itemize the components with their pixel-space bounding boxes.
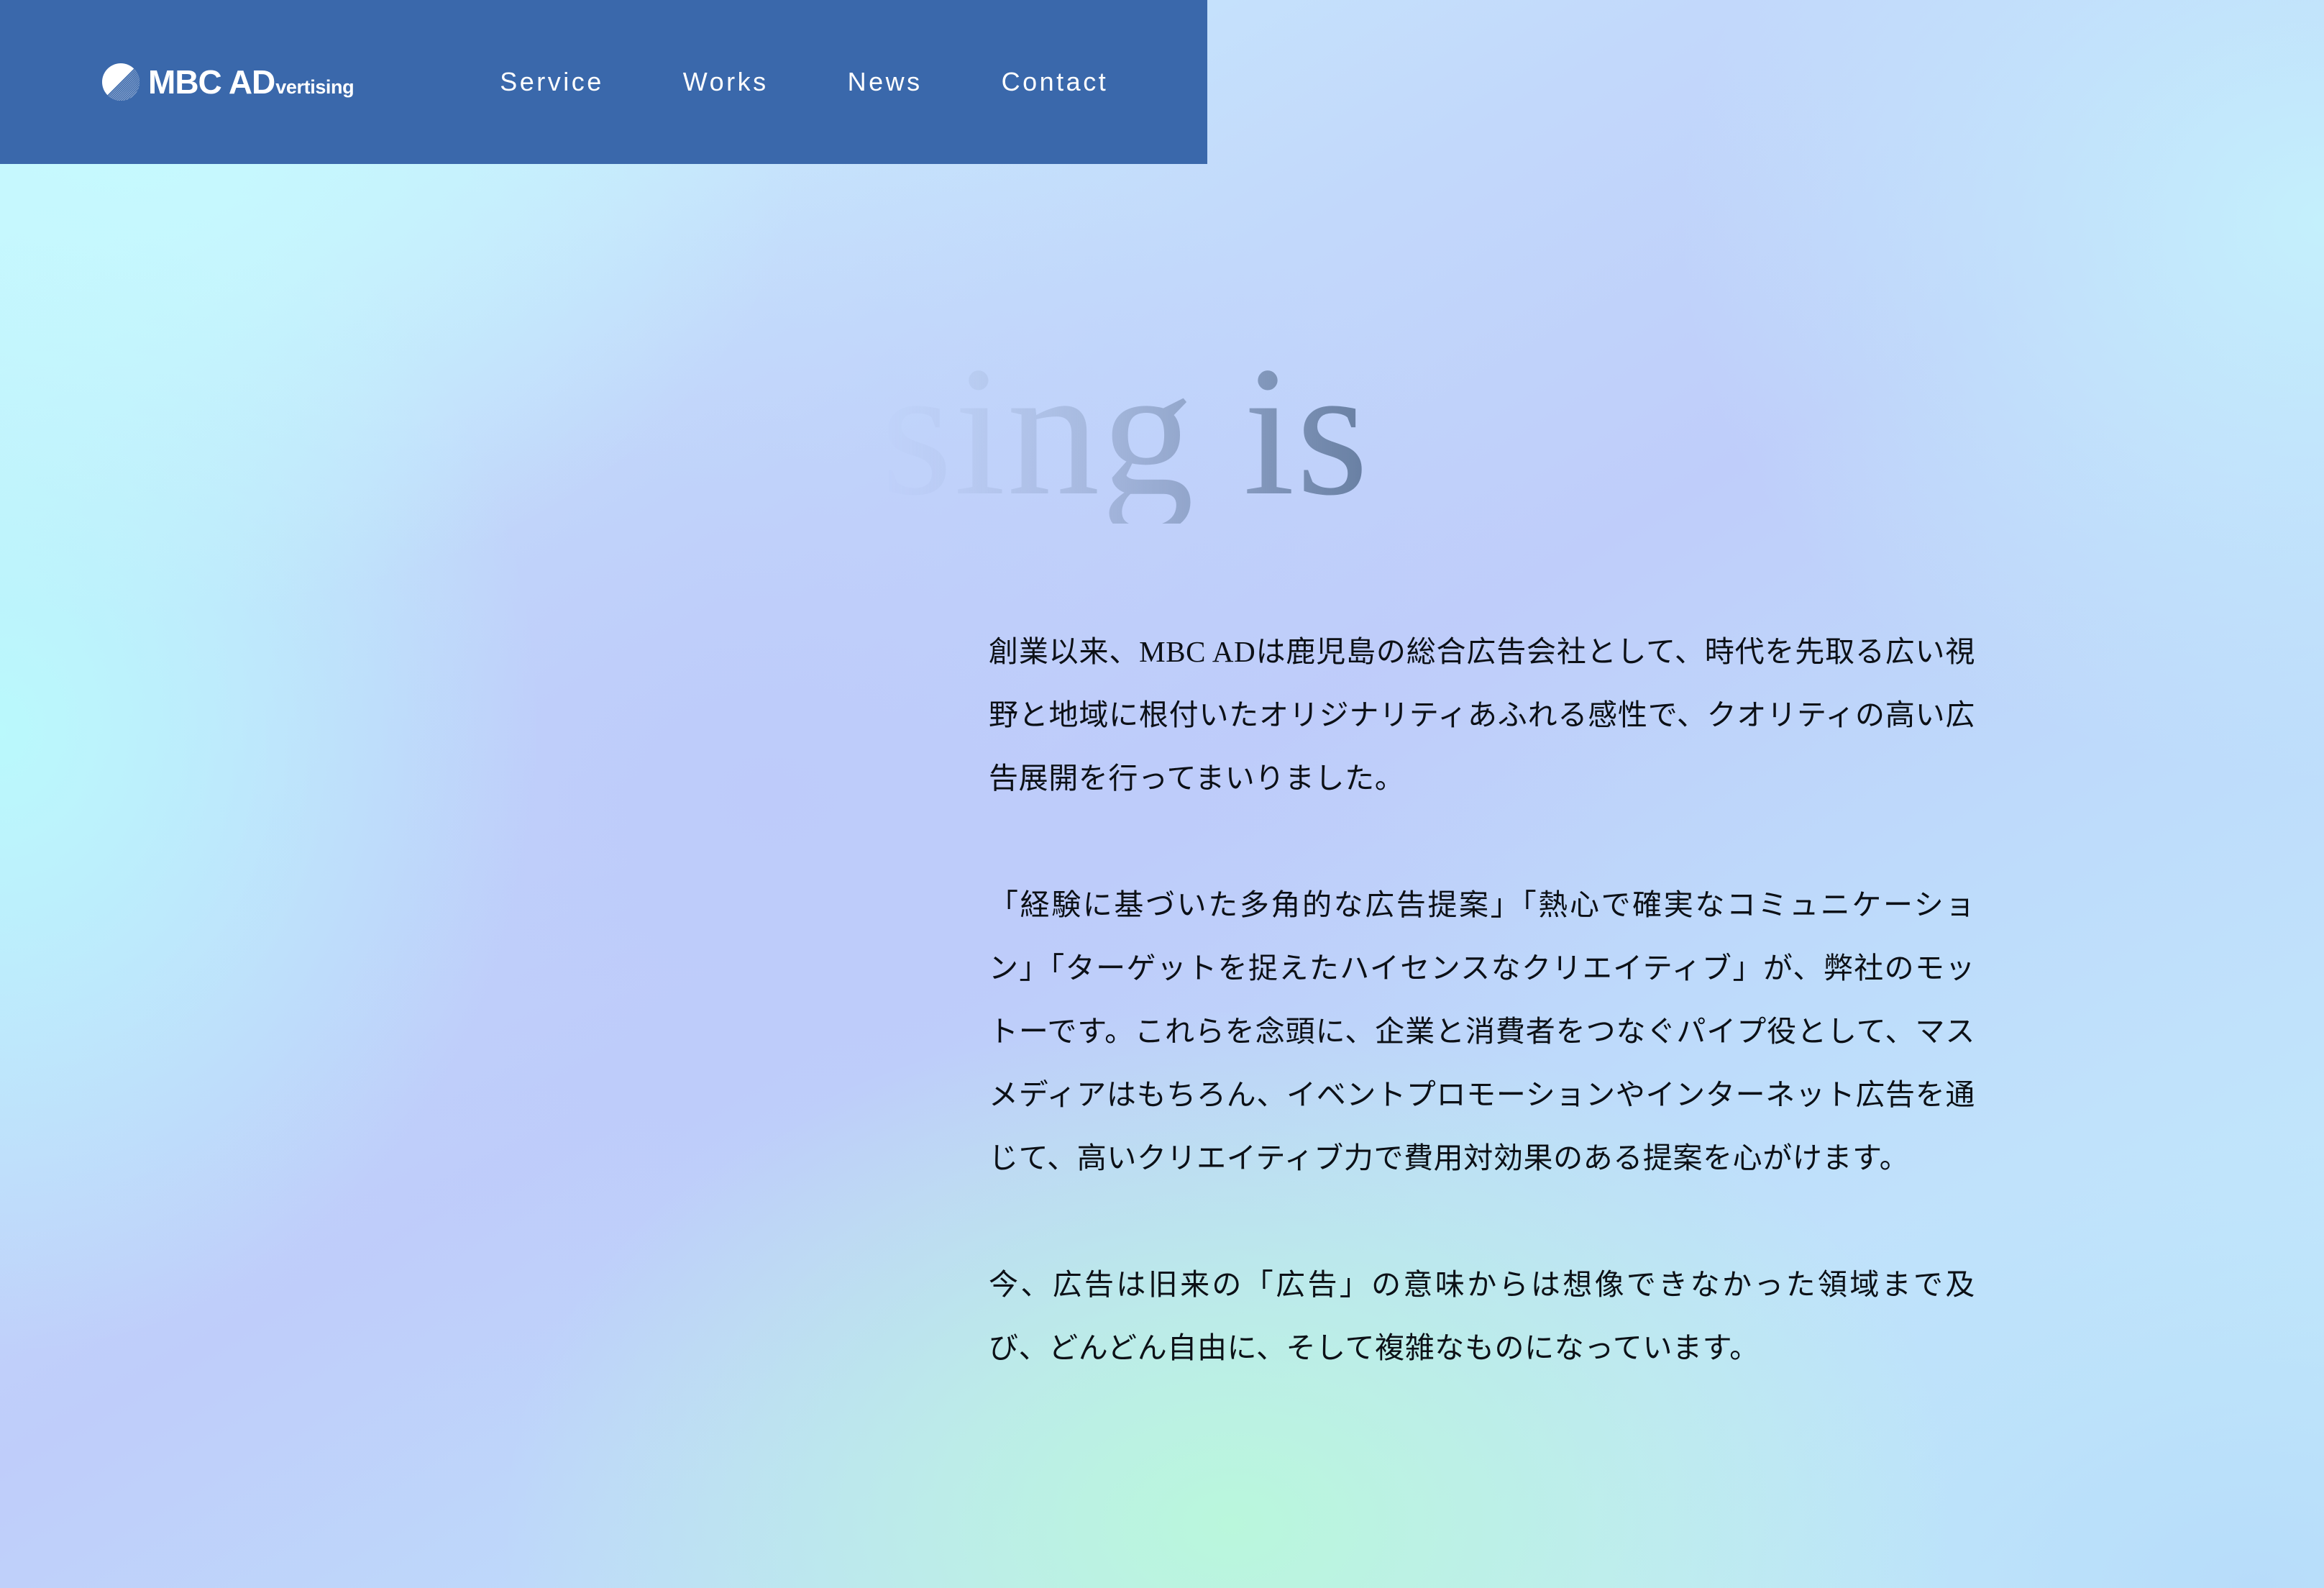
site-header: MBC AD vertising Service Works News Cont…	[0, 0, 1207, 164]
about-paragraph-3: 今、広告は旧来の「広告」の意味からは想像できなかった領域まで及び、どんどん自由に…	[989, 1268, 1975, 1364]
about-paragraph-2: 「経験に基づいた多角的な広告提案」「熱心で確実なコミュニケーション」「ターゲット…	[989, 888, 1975, 1174]
logo-sub-text: vertising	[275, 76, 354, 98]
nav-item-contact[interactable]: Contact	[1002, 69, 1109, 95]
logo-main-text: MBC AD	[148, 63, 275, 101]
nav-item-works[interactable]: Works	[683, 69, 769, 95]
nav-item-news[interactable]: News	[848, 69, 923, 95]
striped-circle-icon	[101, 62, 141, 102]
about-copy-block: 創業以来、MBC ADは鹿児島の総合広告会社として、時代を先取る広い視野と地域に…	[989, 620, 1975, 1379]
nav-item-service[interactable]: Service	[500, 69, 604, 95]
about-paragraph-1: 創業以来、MBC ADは鹿児島の総合広告会社として、時代を先取る広い視野と地域に…	[989, 635, 1975, 795]
logo-wordmark: MBC AD vertising	[148, 65, 354, 99]
main-navigation: Service Works News Contact	[500, 69, 1108, 95]
site-logo-link[interactable]: MBC AD vertising	[101, 62, 354, 102]
